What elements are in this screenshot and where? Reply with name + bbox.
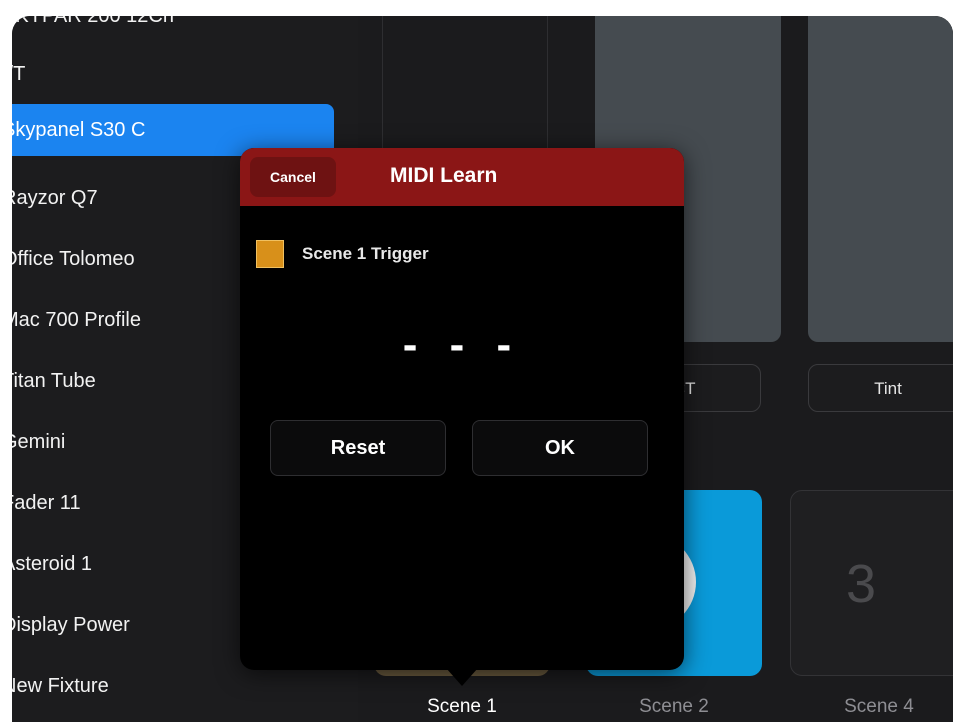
scene-4-tile[interactable]: 3 <box>790 490 953 676</box>
tint-label: Tint <box>874 379 902 398</box>
midi-learn-popover: Cancel MIDI Learn Scene 1 Trigger - - - … <box>240 148 684 670</box>
scene-4-label: Scene 4 <box>844 696 914 717</box>
tint-slider[interactable] <box>808 16 953 342</box>
reset-button[interactable]: Reset <box>270 420 446 476</box>
trigger-color-swatch <box>256 240 284 268</box>
midi-value-display: - - - <box>402 320 522 369</box>
popover-title: MIDI Learn <box>390 164 498 187</box>
scene-1-label: Scene 1 <box>427 696 497 717</box>
column-divider <box>547 16 548 156</box>
cancel-button[interactable]: Cancel <box>250 157 336 197</box>
scene-number: 3 <box>845 554 877 614</box>
scene-2-label: Scene 2 <box>639 696 709 717</box>
popover-arrow <box>446 668 478 686</box>
tint-button[interactable]: Tint <box>808 364 953 412</box>
column-divider <box>382 16 383 156</box>
popover-header: Cancel MIDI Learn <box>240 148 684 206</box>
fixture-item[interactable]: I/T <box>12 48 334 100</box>
trigger-label: Scene 1 Trigger <box>302 244 429 263</box>
fixture-item[interactable]: SKYPAR 200 12Ch <box>12 16 334 42</box>
ok-button[interactable]: OK <box>472 420 648 476</box>
